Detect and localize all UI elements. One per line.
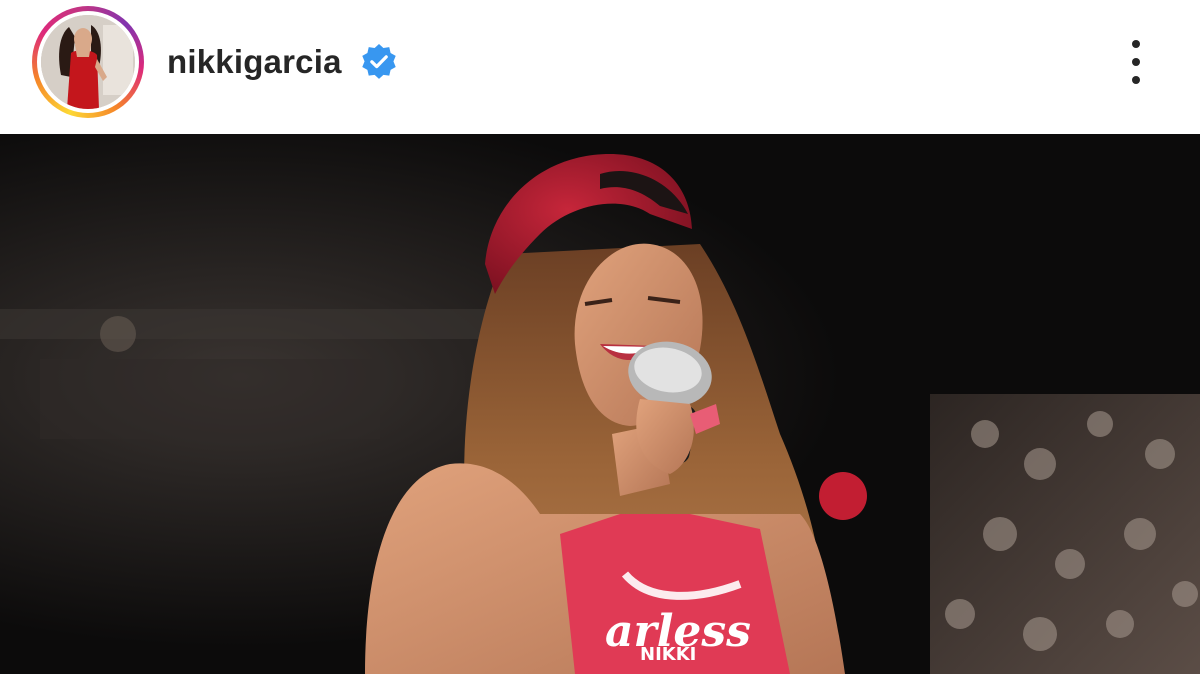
more-options-icon bbox=[1132, 40, 1140, 48]
avatar-image bbox=[41, 15, 135, 109]
avatar-gap bbox=[37, 11, 139, 113]
more-options-dot bbox=[1132, 58, 1140, 66]
post-photo[interactable]: arless NIKKI bbox=[0, 134, 1200, 674]
post-photo-image: arless NIKKI bbox=[0, 134, 1200, 674]
story-ring[interactable] bbox=[32, 6, 144, 118]
more-options-button[interactable] bbox=[1116, 36, 1156, 88]
more-options-dot bbox=[1132, 76, 1140, 84]
post-header: nikkigarcia bbox=[0, 0, 1200, 134]
avatar[interactable] bbox=[41, 15, 135, 109]
username[interactable]: nikkigarcia bbox=[167, 40, 342, 84]
verified-badge-icon bbox=[362, 43, 396, 79]
shirt-text-sub: NIKKI bbox=[640, 644, 696, 665]
